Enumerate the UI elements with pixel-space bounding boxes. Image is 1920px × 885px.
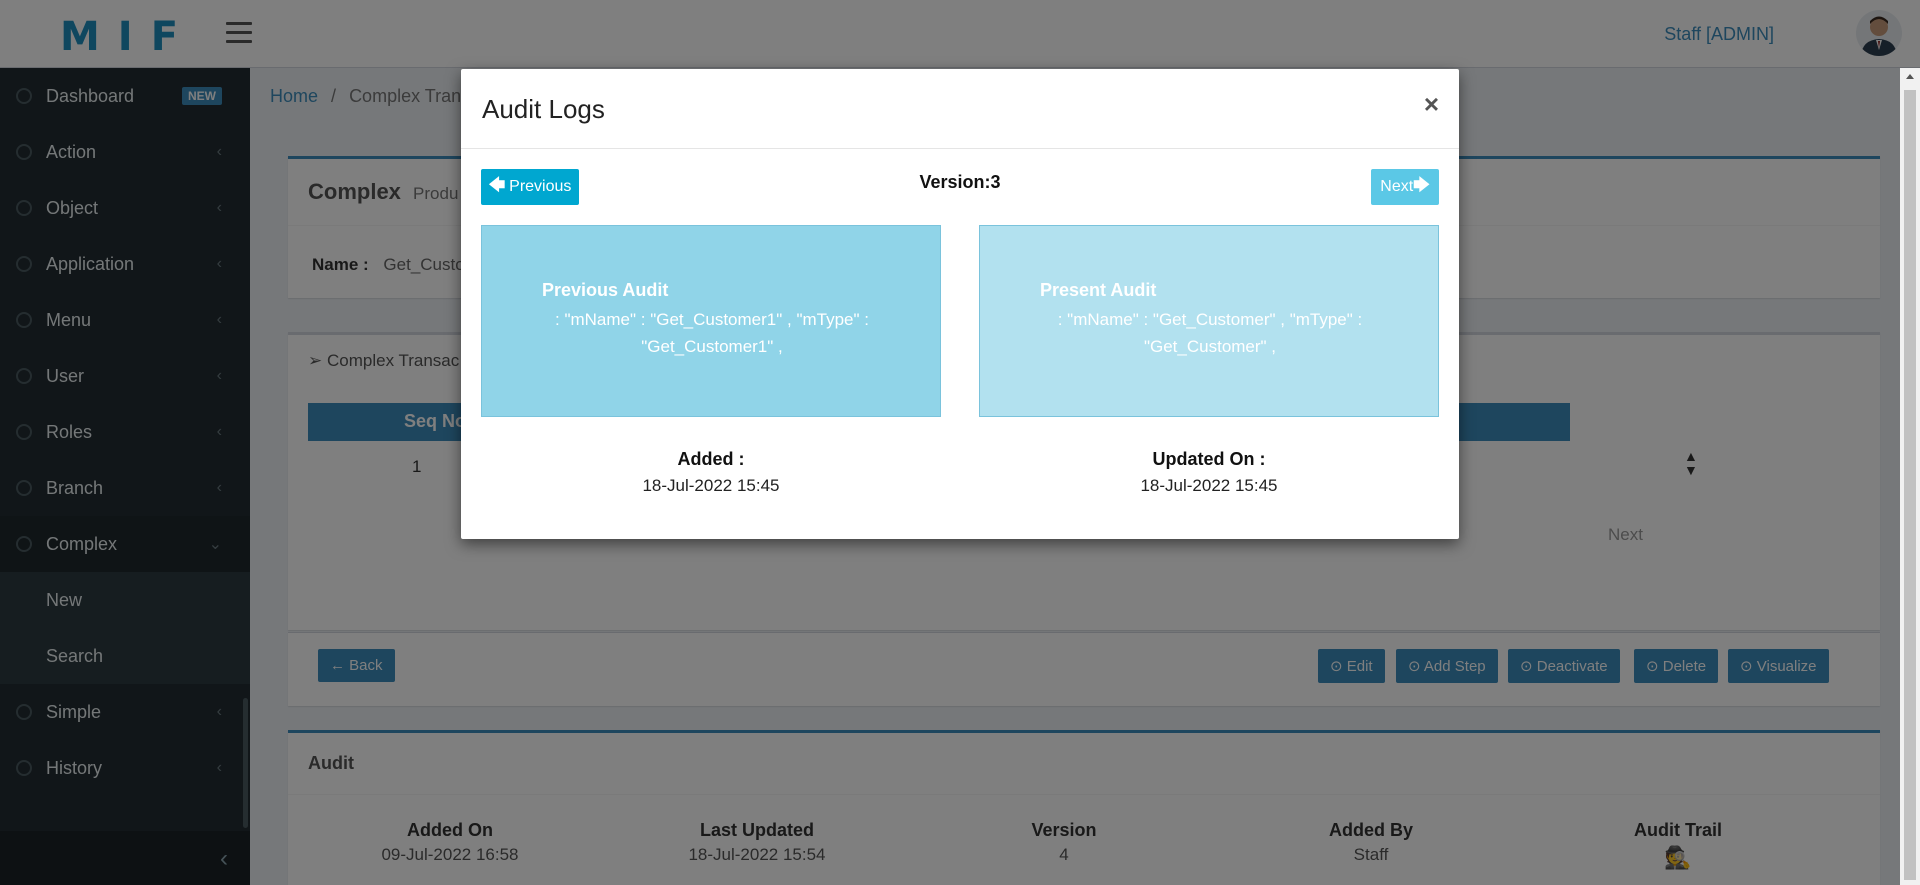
previous-audit-line: "Get_Customer1" ,	[641, 337, 783, 356]
updated-stamp: Updated On : 18-Jul-2022 15:45	[979, 449, 1439, 496]
present-audit-line: "Get_Customer" ,	[1143, 337, 1277, 356]
previous-audit-panel: Previous Audit : "mName" : "Get_Customer…	[481, 225, 941, 417]
updated-value: 18-Jul-2022 15:45	[1140, 476, 1278, 495]
audit-logs-modal: Audit Logs × 🡄 Previous Version:3 Next 🡆…	[461, 69, 1459, 539]
previous-audit-body: : "mName" : "Get_Customer1" , "mType" : …	[512, 306, 912, 360]
present-audit-line: : "mName" : "Get_Customer" , "mType" :	[1057, 310, 1363, 329]
added-value: 18-Jul-2022 15:45	[642, 476, 780, 495]
version-label: Version:3	[919, 172, 1001, 192]
present-audit-panel: Present Audit : "mName" : "Get_Customer"…	[979, 225, 1439, 417]
previous-audit-heading: Previous Audit	[542, 280, 669, 300]
arrow-right-icon: 🡆	[1413, 176, 1430, 194]
next-button-label: Next	[1380, 178, 1414, 195]
added-label: Added :	[677, 449, 745, 469]
modal-header: Audit Logs ×	[461, 69, 1459, 149]
previous-audit-line: : "mName" : "Get_Customer1" , "mType" :	[555, 310, 869, 329]
next-button[interactable]: Next 🡆	[1371, 169, 1439, 205]
added-stamp: Added : 18-Jul-2022 15:45	[481, 449, 941, 496]
page-scrollbar[interactable]	[1900, 68, 1920, 885]
close-icon[interactable]: ×	[1424, 91, 1439, 117]
scroll-up-icon[interactable]	[1906, 74, 1914, 79]
scrollbar-thumb[interactable]	[1904, 90, 1916, 880]
updated-label: Updated On :	[1152, 449, 1266, 469]
present-audit-body: : "mName" : "Get_Customer" , "mType" : "…	[1010, 306, 1410, 360]
present-audit-heading: Present Audit	[1040, 280, 1157, 300]
modal-title: Audit Logs	[482, 94, 605, 124]
